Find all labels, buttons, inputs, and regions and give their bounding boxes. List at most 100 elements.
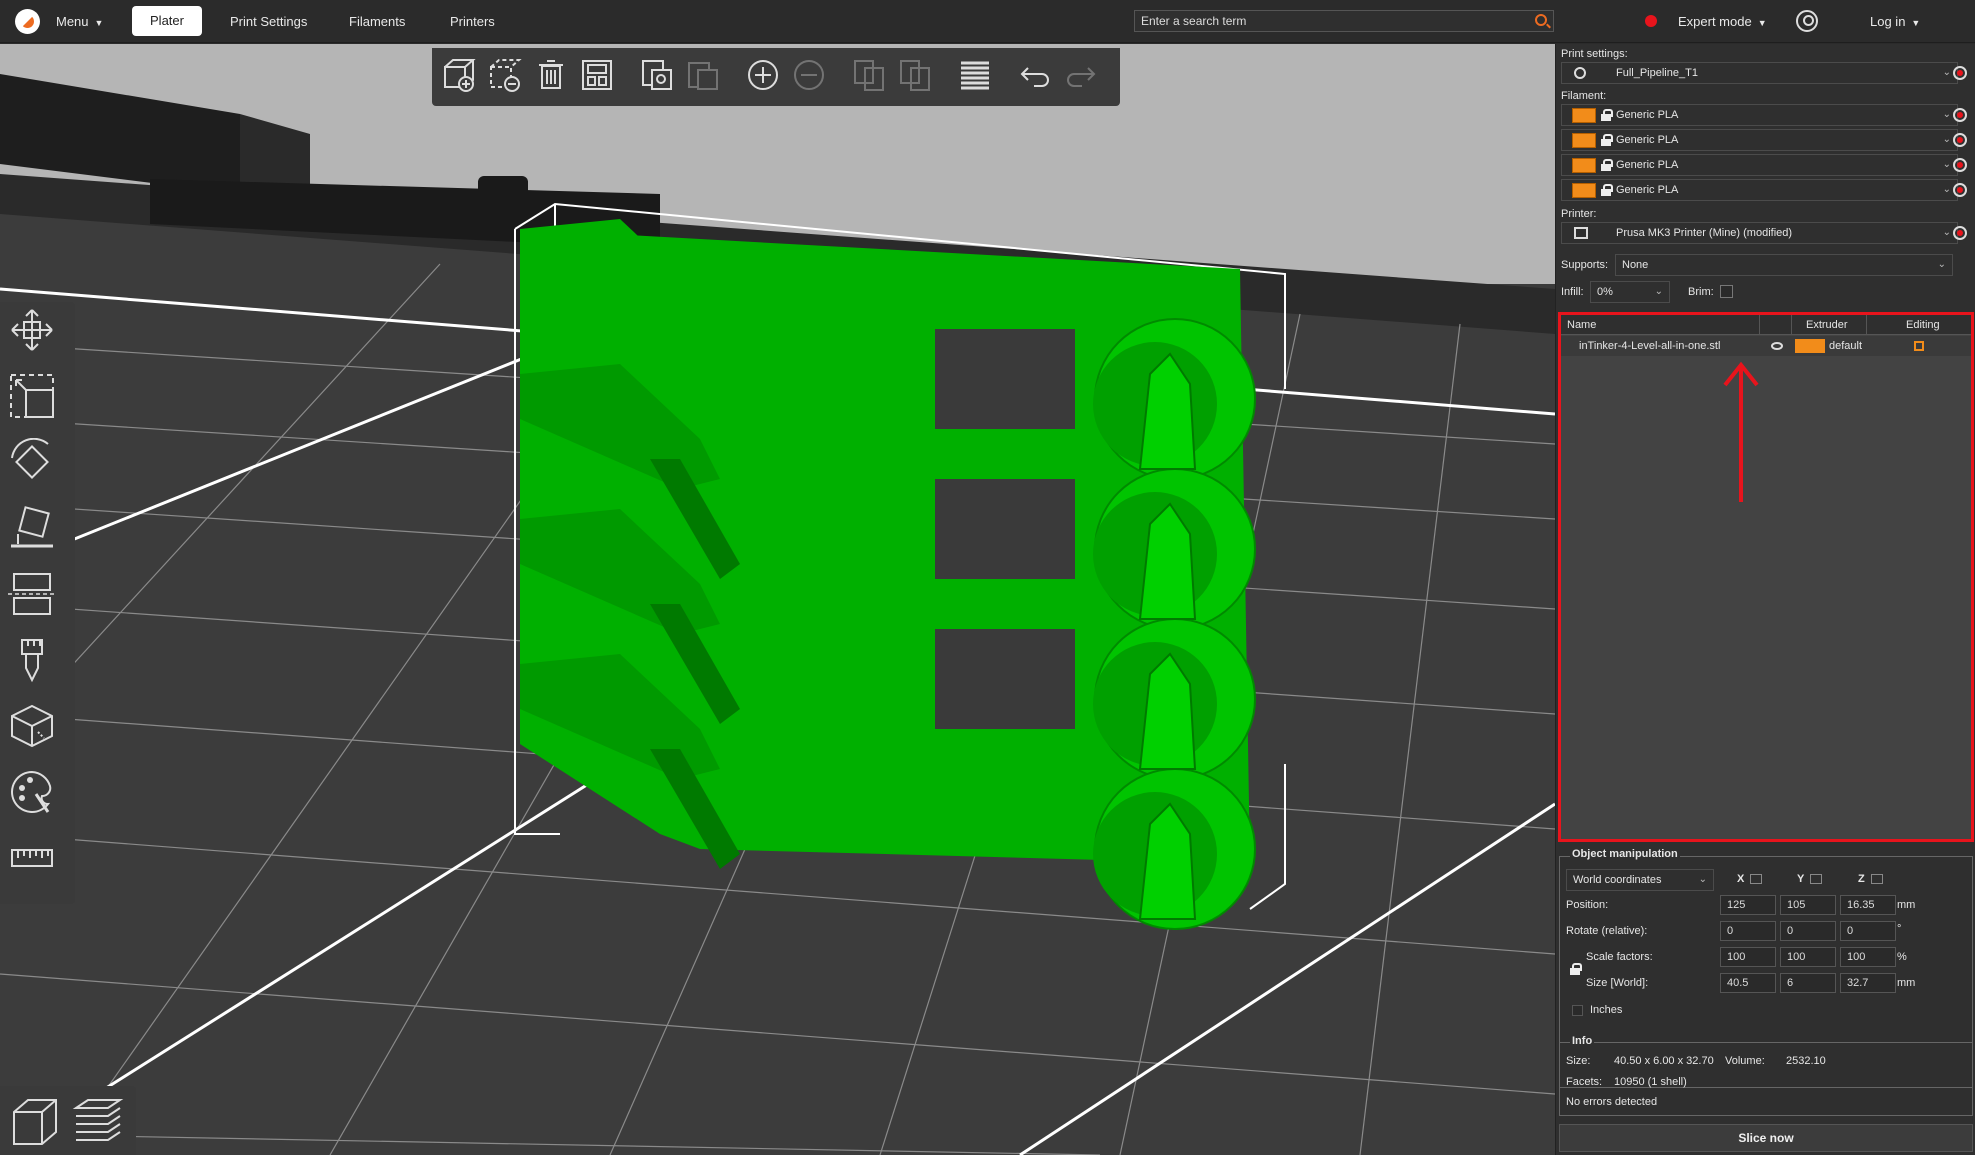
- filament-color-swatch[interactable]: [1572, 183, 1596, 198]
- rotate-icon[interactable]: [8, 438, 64, 494]
- undo-icon[interactable]: [1018, 58, 1056, 96]
- place-on-face-icon[interactable]: [8, 504, 64, 560]
- filament-edit-icon[interactable]: [1953, 183, 1967, 197]
- scale-y-field[interactable]: [1780, 947, 1836, 967]
- mode-indicator-icon: [1645, 15, 1657, 27]
- extruder-value[interactable]: default: [1829, 336, 1862, 356]
- position-z-field[interactable]: [1840, 895, 1896, 915]
- size-label: Size [World]:: [1586, 977, 1649, 989]
- position-y-field[interactable]: [1780, 895, 1836, 915]
- filament-edit-icon[interactable]: [1953, 133, 1967, 147]
- delete-all-icon[interactable]: [534, 58, 572, 96]
- delete-icon[interactable]: [488, 58, 526, 96]
- add-icon[interactable]: [442, 58, 480, 96]
- add-instance-icon[interactable]: [746, 58, 784, 96]
- menu-button[interactable]: Menu ▼: [56, 0, 103, 43]
- paste-icon[interactable]: [686, 58, 724, 96]
- filament-edit-icon[interactable]: [1953, 158, 1967, 172]
- size-x-field[interactable]: [1720, 973, 1776, 993]
- filament-color-swatch[interactable]: [1572, 158, 1596, 173]
- coordinate-system-value: World coordinates: [1573, 874, 1662, 886]
- chevron-down-icon: ▼: [1911, 18, 1921, 28]
- filament-color-swatch[interactable]: [1572, 133, 1596, 148]
- filament-combo-3[interactable]: Generic PLA ⌄: [1561, 154, 1958, 176]
- filament-edit-icon[interactable]: [1953, 108, 1967, 122]
- printer-combo[interactable]: Prusa MK3 Printer (Mine) (modified) ⌄: [1561, 222, 1958, 244]
- scale-x-field[interactable]: [1720, 947, 1776, 967]
- column-extruder[interactable]: Extruder: [1806, 315, 1848, 335]
- scale-icon[interactable]: [8, 372, 64, 428]
- cut-icon[interactable]: [8, 570, 64, 626]
- size-y-field[interactable]: [1780, 973, 1836, 993]
- filament-combo-2[interactable]: Generic PLA ⌄: [1561, 129, 1958, 151]
- variable-layer-height-icon[interactable]: [958, 58, 996, 96]
- filament-color-swatch[interactable]: [1572, 108, 1596, 123]
- search-input[interactable]: [1135, 11, 1525, 31]
- split-parts-icon[interactable]: [898, 58, 936, 96]
- infill-label: Infill:: [1561, 286, 1584, 298]
- seam-painting-icon[interactable]: [8, 702, 64, 758]
- size-z-field[interactable]: [1840, 973, 1896, 993]
- rotate-x-field[interactable]: [1720, 921, 1776, 941]
- account-icon[interactable]: [1796, 10, 1818, 32]
- info-title: Info: [1570, 1035, 1595, 1047]
- measure-icon[interactable]: [8, 834, 64, 890]
- eye-icon[interactable]: [1771, 342, 1783, 350]
- mode-dropdown[interactable]: Expert mode ▼: [1678, 0, 1767, 43]
- table-row[interactable]: inTinker-4-Level-all-in-one.stl default: [1561, 336, 1971, 356]
- 3d-viewport[interactable]: [0, 44, 1555, 1155]
- chevron-down-icon: ⌄: [1942, 159, 1951, 170]
- lock-icon[interactable]: [1570, 963, 1582, 975]
- move-icon[interactable]: [8, 306, 64, 362]
- rotate-unit: °: [1897, 923, 1902, 935]
- tab-print-settings[interactable]: Print Settings: [230, 0, 307, 43]
- search-icon[interactable]: [1535, 14, 1547, 26]
- info-size-value: 40.50 x 6.00 x 32.70: [1614, 1055, 1714, 1067]
- remove-instance-icon[interactable]: [792, 58, 830, 96]
- login-button[interactable]: Log in ▼: [1870, 0, 1920, 43]
- annotation-arrow-icon: [1723, 361, 1759, 502]
- mmu-painting-icon[interactable]: [8, 768, 64, 824]
- edit-settings-icon[interactable]: [1914, 341, 1924, 351]
- arrange-icon[interactable]: [580, 58, 618, 96]
- chevron-down-icon: ⌄: [1942, 134, 1951, 145]
- support-painting-icon[interactable]: [8, 636, 64, 692]
- column-editing[interactable]: Editing: [1906, 315, 1940, 335]
- redo-icon[interactable]: [1064, 58, 1102, 96]
- info-volume-label: Volume:: [1725, 1055, 1765, 1067]
- filament-combo-1[interactable]: Generic PLA ⌄: [1561, 104, 1958, 126]
- axis-z-icon: [1871, 874, 1883, 884]
- infill-combo[interactable]: 0% ⌄: [1590, 281, 1670, 303]
- inches-checkbox[interactable]: [1572, 1005, 1583, 1016]
- coordinate-system-combo[interactable]: World coordinates ⌄: [1566, 869, 1714, 891]
- chevron-down-icon: ⌄: [1942, 67, 1951, 78]
- search-box[interactable]: [1134, 10, 1554, 32]
- slice-now-button[interactable]: Slice now: [1559, 1124, 1973, 1152]
- column-divider: [1759, 315, 1760, 335]
- rotate-z-field[interactable]: [1840, 921, 1896, 941]
- object-name[interactable]: inTinker-4-Level-all-in-one.stl: [1579, 336, 1720, 356]
- brim-checkbox[interactable]: [1720, 285, 1733, 298]
- lock-icon: [1601, 109, 1613, 121]
- supports-combo[interactable]: None ⌄: [1615, 254, 1953, 276]
- filament-combo-4[interactable]: Generic PLA ⌄: [1561, 179, 1958, 201]
- printer-edit-icon[interactable]: [1953, 226, 1967, 240]
- tab-printers[interactable]: Printers: [450, 0, 495, 43]
- rotate-y-field[interactable]: [1780, 921, 1836, 941]
- column-name[interactable]: Name: [1567, 315, 1596, 335]
- scale-label: Scale factors:: [1586, 951, 1653, 963]
- print-settings-edit-icon[interactable]: [1953, 66, 1967, 80]
- position-x-field[interactable]: [1720, 895, 1776, 915]
- info-panel: Info Size: 40.50 x 6.00 x 32.70 Volume: …: [1559, 1035, 1973, 1116]
- inches-label: Inches: [1590, 1004, 1623, 1016]
- tab-filaments[interactable]: Filaments: [349, 0, 405, 43]
- tab-plater[interactable]: Plater: [132, 6, 202, 36]
- split-objects-icon[interactable]: [852, 58, 890, 96]
- object-list[interactable]: Name Extruder Editing inTinker-4-Level-a…: [1558, 312, 1974, 842]
- scale-z-field[interactable]: [1840, 947, 1896, 967]
- print-profile-combo[interactable]: Full_Pipeline_T1 ⌄: [1561, 62, 1958, 84]
- extruder-color-swatch: [1795, 339, 1825, 353]
- supports-value: None: [1622, 259, 1649, 271]
- sidebar: Print settings: Full_Pipeline_T1 ⌄ Filam…: [1555, 44, 1975, 1155]
- copy-icon[interactable]: [640, 58, 678, 96]
